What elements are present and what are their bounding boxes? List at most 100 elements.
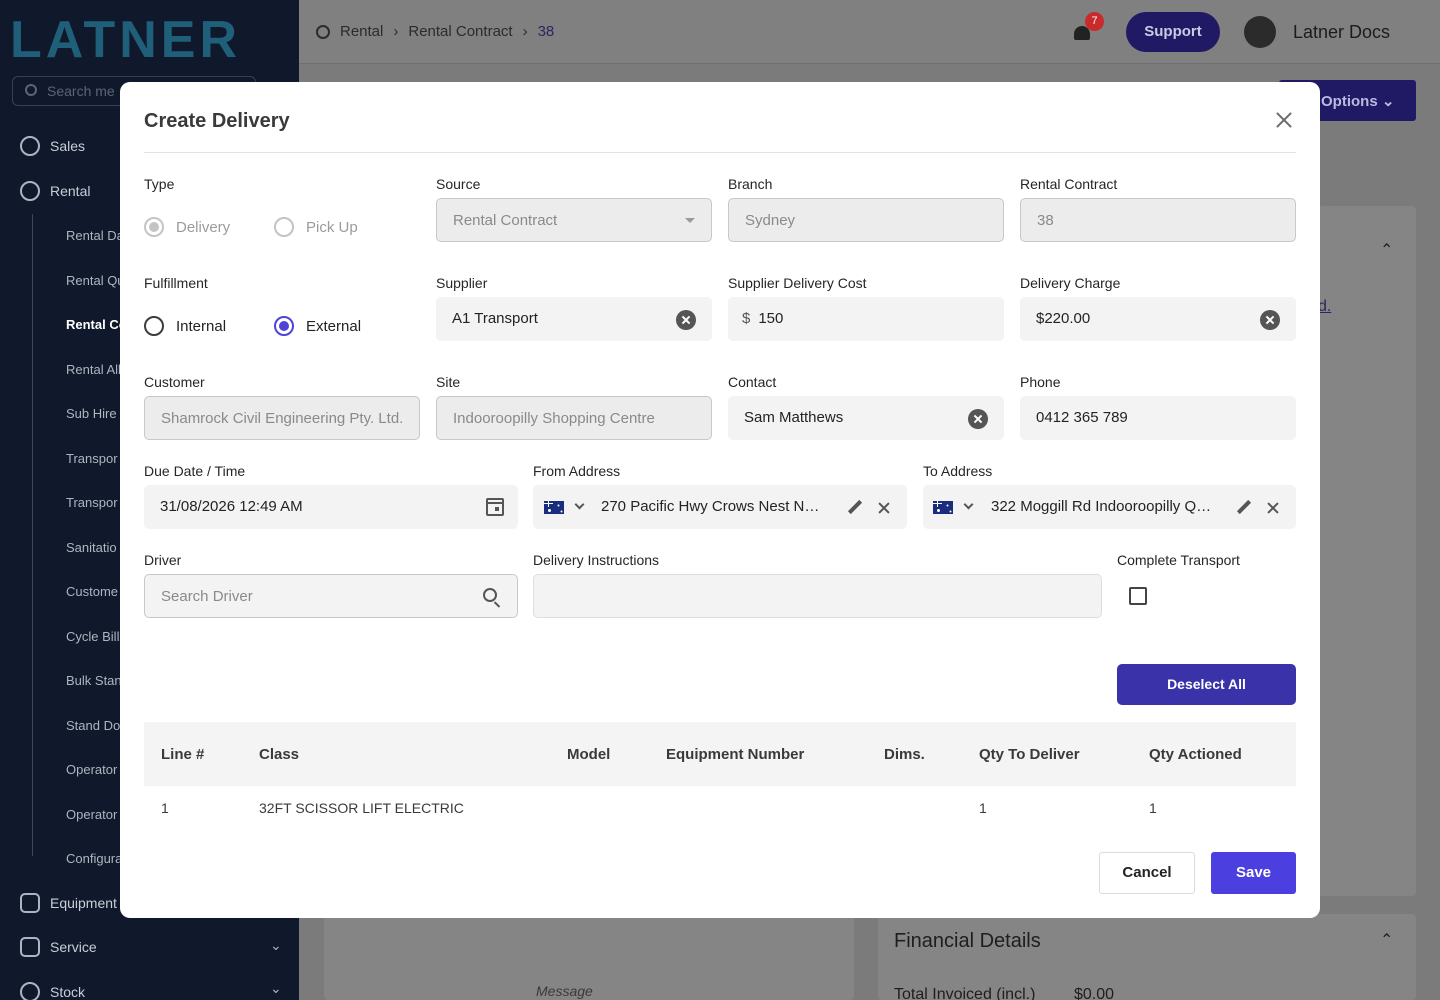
sidebar-subitem[interactable]: Bulk Stan	[66, 673, 122, 688]
fulfillment-external-radio[interactable]: External	[274, 316, 361, 336]
total-invoiced-value: $0.00	[1074, 986, 1115, 1000]
sidebar-item-label: Service	[50, 939, 97, 955]
contact-value: Sam Matthews	[744, 409, 844, 426]
breadcrumb-item[interactable]: Rental Contract	[408, 23, 512, 40]
sidebar-subitem[interactable]: Custome	[66, 584, 118, 599]
due-date-field[interactable]: 31/08/2026 12:49 AM	[144, 485, 518, 529]
site-value: Indooroopilly Shopping Centre	[453, 410, 655, 427]
contact-label: Contact	[728, 374, 777, 390]
message-placeholder: Message	[536, 983, 593, 999]
branch-field: Sydney	[728, 198, 1004, 242]
close-icon[interactable]	[1274, 110, 1294, 130]
chevron-up-icon: ⌃	[1380, 242, 1394, 259]
rental-icon	[20, 181, 40, 201]
customer-label: Customer	[144, 374, 205, 390]
rental-contract-value: 38	[1037, 212, 1054, 229]
delivery-charge-field[interactable]: $220.00	[1020, 297, 1296, 341]
source-select: Rental Contract	[436, 198, 712, 242]
complete-transport-checkbox[interactable]	[1129, 587, 1147, 605]
delivery-instructions-input[interactable]	[533, 574, 1102, 618]
cancel-button[interactable]: Cancel	[1099, 852, 1195, 894]
sidebar-subitem[interactable]: Transpor	[66, 451, 118, 466]
edit-icon[interactable]	[1236, 500, 1252, 516]
column-header-qty-to-deliver[interactable]: Qty To Deliver	[979, 746, 1080, 763]
sidebar-subitem-active[interactable]: Rental Co	[66, 317, 127, 332]
deselect-all-button[interactable]: Deselect All	[1117, 664, 1296, 705]
radio-label: External	[306, 317, 362, 335]
dropdown-arrow-icon	[685, 218, 695, 223]
chevron-down-icon: ⌄	[270, 980, 282, 996]
supplier-cost-label: Supplier Delivery Cost	[728, 275, 867, 291]
radio-icon	[144, 217, 164, 237]
breadcrumb-item[interactable]: Rental	[340, 23, 383, 40]
delivery-charge-value: $220.00	[1036, 310, 1091, 327]
fulfillment-label: Fulfillment	[144, 275, 208, 291]
type-label: Type	[144, 176, 175, 192]
calendar-icon[interactable]	[486, 498, 504, 516]
column-header-dims[interactable]: Dims.	[884, 746, 925, 763]
close-icon[interactable]	[1266, 501, 1280, 515]
sidebar-subitem[interactable]: Rental Qu	[66, 273, 125, 288]
breadcrumb-current: 38	[537, 23, 555, 40]
sidebar-item-label: Rental	[50, 183, 91, 199]
sidebar-item-label: Stock	[50, 984, 86, 1000]
site-label: Site	[436, 374, 461, 390]
wrench-icon	[20, 937, 40, 957]
sidebar-subitem[interactable]: Transpor	[66, 495, 118, 510]
column-header-qty-actioned[interactable]: Qty Actioned	[1149, 746, 1242, 763]
clear-icon[interactable]	[968, 409, 988, 429]
sidebar-subitem[interactable]: Rental Da	[66, 228, 124, 243]
chevron-up-icon[interactable]: ⌃	[1380, 930, 1393, 950]
sidebar-subitem[interactable]: Rental All	[66, 362, 121, 377]
column-header-class[interactable]: Class	[259, 746, 299, 763]
supplier-field[interactable]: A1 Transport	[436, 297, 712, 341]
supplier-cost-value: 150	[758, 310, 784, 327]
background-link[interactable]: d.	[1318, 298, 1331, 316]
column-header-equipment-number[interactable]: Equipment Number	[666, 746, 804, 763]
search-icon[interactable]	[483, 588, 497, 602]
supplier-cost-field[interactable]: $150	[728, 297, 1004, 341]
fulfillment-internal-radio[interactable]: Internal	[144, 316, 226, 336]
clear-icon[interactable]	[676, 310, 696, 330]
sidebar-subitem[interactable]: Stand Do	[66, 718, 120, 733]
modal-divider	[144, 152, 1296, 153]
app-logo: LATNER	[10, 11, 242, 69]
driver-placeholder: Search Driver	[161, 588, 253, 605]
sidebar-item-equipment[interactable]: Equipment	[20, 893, 117, 913]
customer-field: Shamrock Civil Engineering Pty. Ltd.	[144, 396, 420, 440]
edit-icon[interactable]	[847, 500, 863, 516]
sidebar-item-rental[interactable]: Rental	[20, 181, 90, 201]
user-name[interactable]: Latner Docs	[1293, 22, 1390, 43]
radio-icon	[144, 316, 164, 336]
sidebar-subitem[interactable]: Sub Hire	[66, 406, 117, 421]
driver-search-input[interactable]: Search Driver	[144, 574, 518, 618]
sidebar-subitem[interactable]: Operator	[66, 807, 117, 822]
australia-flag-icon[interactable]	[544, 501, 564, 514]
complete-transport-label: Complete Transport	[1117, 552, 1240, 568]
sidebar-subitem[interactable]: Operator	[66, 762, 117, 777]
background-card	[1318, 206, 1416, 896]
sidebar-subitem[interactable]: Configura	[66, 851, 122, 866]
notification-badge: 7	[1085, 12, 1104, 31]
avatar[interactable]	[1244, 16, 1276, 48]
sidebar-subitem[interactable]: Cycle Bill	[66, 629, 119, 644]
phone-field[interactable]: 0412 365 789	[1020, 396, 1296, 440]
clear-icon[interactable]	[1260, 310, 1280, 330]
support-button[interactable]: Support	[1126, 12, 1220, 52]
breadcrumb-separator: ›	[522, 23, 528, 40]
sidebar-item-service[interactable]: Service	[20, 937, 97, 957]
source-label: Source	[436, 176, 481, 192]
supplier-label: Supplier	[436, 275, 488, 291]
sidebar-subitem[interactable]: Sanitatio	[66, 540, 117, 555]
close-icon[interactable]	[877, 501, 891, 515]
column-header-model[interactable]: Model	[567, 746, 610, 763]
australia-flag-icon[interactable]	[933, 501, 953, 514]
sidebar-item-sales[interactable]: Sales	[20, 136, 85, 156]
clipboard-icon	[20, 893, 40, 913]
contact-field[interactable]: Sam Matthews	[728, 396, 1004, 440]
due-date-value: 31/08/2026 12:49 AM	[160, 498, 303, 515]
column-header-line[interactable]: Line #	[161, 746, 204, 763]
site-field: Indooroopilly Shopping Centre	[436, 396, 712, 440]
sidebar-item-stock[interactable]: Stock	[20, 982, 85, 1000]
save-button[interactable]: Save	[1211, 852, 1296, 894]
